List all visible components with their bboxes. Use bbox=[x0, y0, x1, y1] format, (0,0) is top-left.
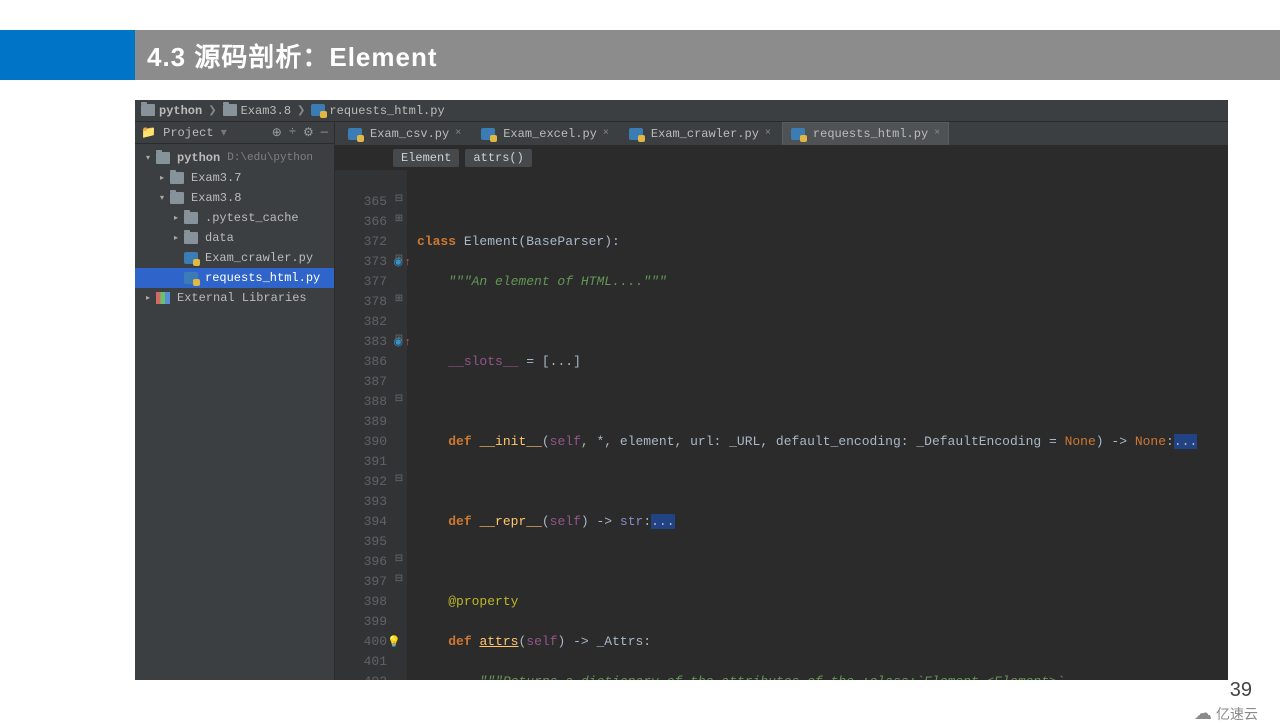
crumb-element[interactable]: Element bbox=[393, 149, 459, 167]
folder-icon bbox=[184, 212, 198, 224]
sidebar-header: 📁 Project ▾ ⊕ ÷ ⚙ — bbox=[135, 122, 334, 144]
tree-folder-exam38[interactable]: ▾Exam3.8 bbox=[135, 188, 334, 208]
chevron-right-icon: ❯ bbox=[208, 105, 216, 117]
chevron-right-icon: ❯ bbox=[297, 105, 305, 117]
python-file-icon bbox=[348, 128, 362, 140]
sidebar-title: Project bbox=[163, 126, 213, 140]
folder-icon bbox=[170, 192, 184, 204]
ide-breadcrumb: python ❯ Exam3.8 ❯ requests_html.py bbox=[135, 100, 1228, 122]
close-icon[interactable]: × bbox=[765, 128, 771, 139]
tree-file-requests-html[interactable]: ▸requests_html.py bbox=[135, 268, 334, 288]
tree-folder-pytestcache[interactable]: ▸.pytest_cache bbox=[135, 208, 334, 228]
tab-requests-html[interactable]: requests_html.py× bbox=[782, 122, 949, 145]
hide-icon[interactable]: — bbox=[321, 125, 328, 140]
libraries-icon bbox=[156, 292, 170, 304]
slide-title-bar: 4.3 源码剖析：Element bbox=[0, 30, 1280, 80]
folder-icon bbox=[223, 104, 237, 116]
tree-folder-exam37[interactable]: ▸Exam3.7 bbox=[135, 168, 334, 188]
tab-exam-crawler[interactable]: Exam_crawler.py× bbox=[620, 122, 780, 145]
watermark: ☁亿速云 bbox=[1194, 703, 1258, 724]
python-file-icon bbox=[184, 252, 198, 264]
slide-page-number: 39 bbox=[1230, 679, 1252, 702]
ide-window: python ❯ Exam3.8 ❯ requests_html.py 📁 Pr… bbox=[135, 100, 1228, 680]
python-file-icon bbox=[629, 128, 643, 140]
project-tree: ▾pythonD:\edu\python ▸Exam3.7 ▾Exam3.8 ▸… bbox=[135, 144, 334, 312]
python-file-icon bbox=[791, 128, 805, 140]
fold-column: ⊟⊞⊞⊞⊞⊟⊟⊟⊟ bbox=[391, 170, 407, 680]
close-icon[interactable]: × bbox=[603, 128, 609, 139]
path-file[interactable]: requests_html.py bbox=[311, 104, 444, 118]
tree-folder-data[interactable]: ▸data bbox=[135, 228, 334, 248]
close-icon[interactable]: × bbox=[455, 128, 461, 139]
line-gutter: 365366372373◉↑377378382383◉↑386387388389… bbox=[335, 170, 391, 680]
folder-icon bbox=[184, 232, 198, 244]
python-file-icon bbox=[481, 128, 495, 140]
path-root[interactable]: python bbox=[141, 104, 202, 118]
tree-root[interactable]: ▾pythonD:\edu\python bbox=[135, 148, 334, 168]
crumb-attrs[interactable]: attrs() bbox=[465, 149, 531, 167]
project-icon: 📁 bbox=[141, 126, 156, 140]
folder-icon bbox=[170, 172, 184, 184]
python-file-icon bbox=[184, 272, 198, 284]
folder-icon bbox=[156, 152, 170, 164]
title-gray-block: 4.3 源码剖析：Element bbox=[135, 30, 1280, 80]
editor-breadcrumb: Element attrs() bbox=[335, 146, 1228, 170]
folder-icon bbox=[141, 104, 155, 116]
tab-exam-excel[interactable]: Exam_excel.py× bbox=[472, 122, 618, 145]
code-viewport[interactable]: 365366372373◉↑377378382383◉↑386387388389… bbox=[335, 170, 1228, 680]
close-icon[interactable]: × bbox=[934, 128, 940, 139]
tab-exam-csv[interactable]: Exam_csv.py× bbox=[339, 122, 470, 145]
divide-icon[interactable]: ÷ bbox=[289, 125, 296, 140]
cloud-icon: ☁ bbox=[1194, 703, 1212, 724]
code-text[interactable]: class Element(BaseParser): """An element… bbox=[407, 170, 1228, 680]
python-file-icon bbox=[311, 104, 325, 116]
path-folder[interactable]: Exam3.8 bbox=[223, 104, 291, 118]
gear-icon[interactable]: ⚙ bbox=[303, 125, 314, 140]
tree-file-crawler[interactable]: ▸Exam_crawler.py bbox=[135, 248, 334, 268]
editor-tabs: Exam_csv.py× Exam_excel.py× Exam_crawler… bbox=[335, 122, 1228, 146]
project-sidebar: 📁 Project ▾ ⊕ ÷ ⚙ — ▾pythonD:\edu\python… bbox=[135, 122, 335, 680]
tree-external-libraries[interactable]: ▸External Libraries bbox=[135, 288, 334, 308]
title-blue-block bbox=[0, 30, 135, 80]
editor-area: Exam_csv.py× Exam_excel.py× Exam_crawler… bbox=[335, 122, 1228, 680]
slide-title: 4.3 源码剖析：Element bbox=[147, 37, 438, 74]
collapse-icon[interactable]: ⊕ bbox=[272, 125, 282, 140]
